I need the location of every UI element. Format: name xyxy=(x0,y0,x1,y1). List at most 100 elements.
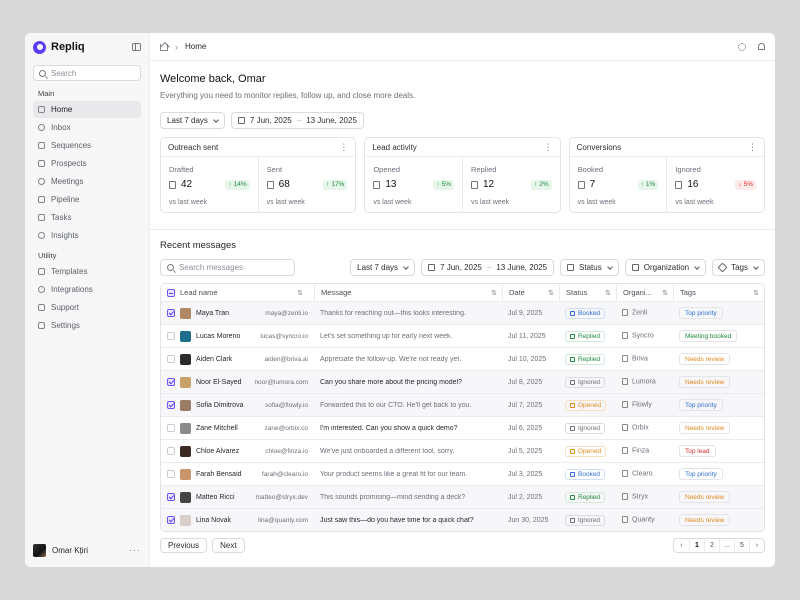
row-checkbox[interactable] xyxy=(166,309,175,317)
lead-name: Lina Novak xyxy=(196,516,232,524)
sidebar-item-sequences[interactable]: Sequences xyxy=(33,137,141,154)
sidebar-item-templates[interactable]: Templates xyxy=(33,263,141,280)
delta-value: 17% xyxy=(331,181,345,188)
sidebar-item-prospects[interactable]: Prospects xyxy=(33,155,141,172)
table-row[interactable]: Lina Novak lina@quanty.com Just saw this—d… xyxy=(161,508,764,531)
col-status[interactable]: Status ⇅ xyxy=(559,284,616,301)
more-icon[interactable]: ⋮ xyxy=(339,143,348,152)
messages-range-select[interactable]: Last 7 days xyxy=(350,259,416,276)
row-checkbox[interactable] xyxy=(166,378,175,386)
stat-card: Conversions ⋮ Booked 7 ↑ 1% vs last week Ignore… xyxy=(568,137,765,213)
gear-icon[interactable] xyxy=(738,42,746,51)
row-checkbox[interactable] xyxy=(166,516,175,524)
sort-icon[interactable]: ⇅ xyxy=(548,289,554,297)
building-icon xyxy=(622,309,628,317)
sidebar-toggle-icon[interactable] xyxy=(132,43,141,51)
more-icon[interactable]: ··· xyxy=(129,545,141,555)
sidebar-item-meetings[interactable]: Meetings xyxy=(33,173,141,190)
status-badge: Replied xyxy=(565,330,606,342)
previous-button[interactable]: Previous xyxy=(160,538,208,553)
messages-date-picker[interactable]: 7 Jun, 2025 – 13 June, 2025 xyxy=(421,259,555,276)
lead-email: lina@quanty.com xyxy=(258,516,308,524)
building-icon xyxy=(631,264,639,271)
date-cell: Jul 9, 2025 xyxy=(508,309,543,317)
status-label: Ignored xyxy=(578,424,601,432)
select-all-checkbox[interactable] xyxy=(166,288,175,297)
status-label: Ignored xyxy=(578,516,601,524)
row-checkbox[interactable] xyxy=(166,470,175,478)
sort-icon[interactable]: ⇅ xyxy=(753,289,759,297)
sidebar-item-support[interactable]: Support xyxy=(33,299,141,316)
table-row[interactable]: Lucas Moreno lucas@syncro.io Let's set som… xyxy=(161,324,764,347)
page-number[interactable]: 1 xyxy=(689,539,704,552)
building-icon xyxy=(622,470,628,478)
next-button[interactable]: Next xyxy=(212,538,245,553)
metric-value: 42 xyxy=(181,179,193,190)
sort-icon[interactable]: ⇅ xyxy=(605,289,611,297)
more-icon[interactable]: ⋮ xyxy=(748,143,757,152)
tag-chip: Top priority xyxy=(679,399,723,411)
status-label: Opened xyxy=(578,447,602,455)
sidebar-item-pipeline[interactable]: Pipeline xyxy=(33,191,141,208)
status-cell: Ignored xyxy=(559,422,616,434)
avatar xyxy=(180,353,191,365)
more-icon[interactable]: ⋮ xyxy=(544,143,553,152)
next-page-icon[interactable]: › xyxy=(749,539,764,552)
user-menu[interactable]: Omar Kțiri ··· xyxy=(33,543,141,557)
col-org[interactable]: Organi... ⇅ xyxy=(616,284,673,301)
organization-filter[interactable]: Organization xyxy=(624,259,707,276)
sidebar-item-tasks[interactable]: Tasks xyxy=(33,209,141,226)
metric: Ignored 16 ↓ 5% vs last week xyxy=(666,157,764,213)
sort-icon[interactable]: ⇅ xyxy=(662,289,668,297)
col-message[interactable]: Message ⇅ xyxy=(314,284,502,301)
sidebar-item-integrations[interactable]: Integrations xyxy=(33,281,141,298)
tags-filter[interactable]: Tags xyxy=(712,259,765,276)
table-row[interactable]: Noor El-Sayed noor@lumora.com Can you shar… xyxy=(161,370,764,393)
bell-icon[interactable] xyxy=(758,43,765,50)
lead-name: Aiden Clark xyxy=(196,355,233,363)
lead-email: noor@lumora.com xyxy=(254,378,308,386)
sidebar-item-home[interactable]: Home xyxy=(33,101,141,118)
home-icon[interactable] xyxy=(160,44,168,51)
page-number[interactable]: 2 xyxy=(704,539,719,552)
row-checkbox[interactable] xyxy=(166,401,175,409)
col-tags[interactable]: Tags ⇅ xyxy=(673,284,764,301)
sort-icon[interactable]: ⇅ xyxy=(491,289,497,297)
messages-table: Lead name ⇅ Message ⇅ Date ⇅ Status ⇅ Or… xyxy=(160,283,765,532)
date-range-picker[interactable]: 7 Jun, 2025 – 13 June, 2025 xyxy=(230,112,364,129)
row-checkbox[interactable] xyxy=(166,447,175,455)
range-select[interactable]: Last 7 days xyxy=(160,112,225,129)
table-row[interactable]: Chloe Alvarez chloe@finza.io We've just on… xyxy=(161,439,764,462)
metric-label: Ignored xyxy=(675,165,701,174)
avatar xyxy=(180,376,191,388)
page-number[interactable]: 5 xyxy=(734,539,749,552)
sort-icon[interactable]: ⇅ xyxy=(297,289,303,297)
date-cell: Jul 7, 2025 xyxy=(508,401,543,409)
col-message-label: Message xyxy=(321,288,352,297)
table-row[interactable]: Aiden Clark aiden@briva.ai Appreciate the … xyxy=(161,347,764,370)
row-checkbox[interactable] xyxy=(166,493,175,501)
lead-email: farah@clearo.io xyxy=(262,470,308,478)
page-number: ... xyxy=(719,539,734,552)
table-row[interactable]: Maya Tran maya@zenli.io Thanks for reachin… xyxy=(161,301,764,324)
prev-page-icon[interactable]: ‹ xyxy=(674,539,689,552)
sidebar-item-settings[interactable]: Settings xyxy=(33,317,141,334)
row-checkbox[interactable] xyxy=(166,424,175,432)
table-row[interactable]: Zane Mitchell zane@orbix.co I'm interested… xyxy=(161,416,764,439)
document-icon xyxy=(169,180,176,189)
messages-search-input[interactable]: Search messages xyxy=(160,259,295,276)
sidebar-item-insights[interactable]: Insights xyxy=(33,227,141,244)
sidebar-search-input[interactable]: Search xyxy=(33,65,141,81)
table-row[interactable]: Matteo Ricci matteo@stryx.dev This sounds … xyxy=(161,485,764,508)
metric-footnote: vs last week xyxy=(675,199,714,206)
status-filter[interactable]: Status xyxy=(560,259,619,276)
sidebar-item-inbox[interactable]: Inbox xyxy=(33,119,141,136)
checkbox-cell xyxy=(161,470,180,478)
col-date[interactable]: Date ⇅ xyxy=(502,284,559,301)
table-row[interactable]: Farah Bensaid farah@clearo.io Your product… xyxy=(161,462,764,485)
col-lead[interactable]: Lead name ⇅ xyxy=(180,284,314,301)
row-checkbox[interactable] xyxy=(166,332,175,340)
table-row[interactable]: Sofia Dimitrova sofia@flowly.io Forwarded … xyxy=(161,393,764,416)
lead-name: Maya Tran xyxy=(196,309,230,317)
row-checkbox[interactable] xyxy=(166,355,175,363)
